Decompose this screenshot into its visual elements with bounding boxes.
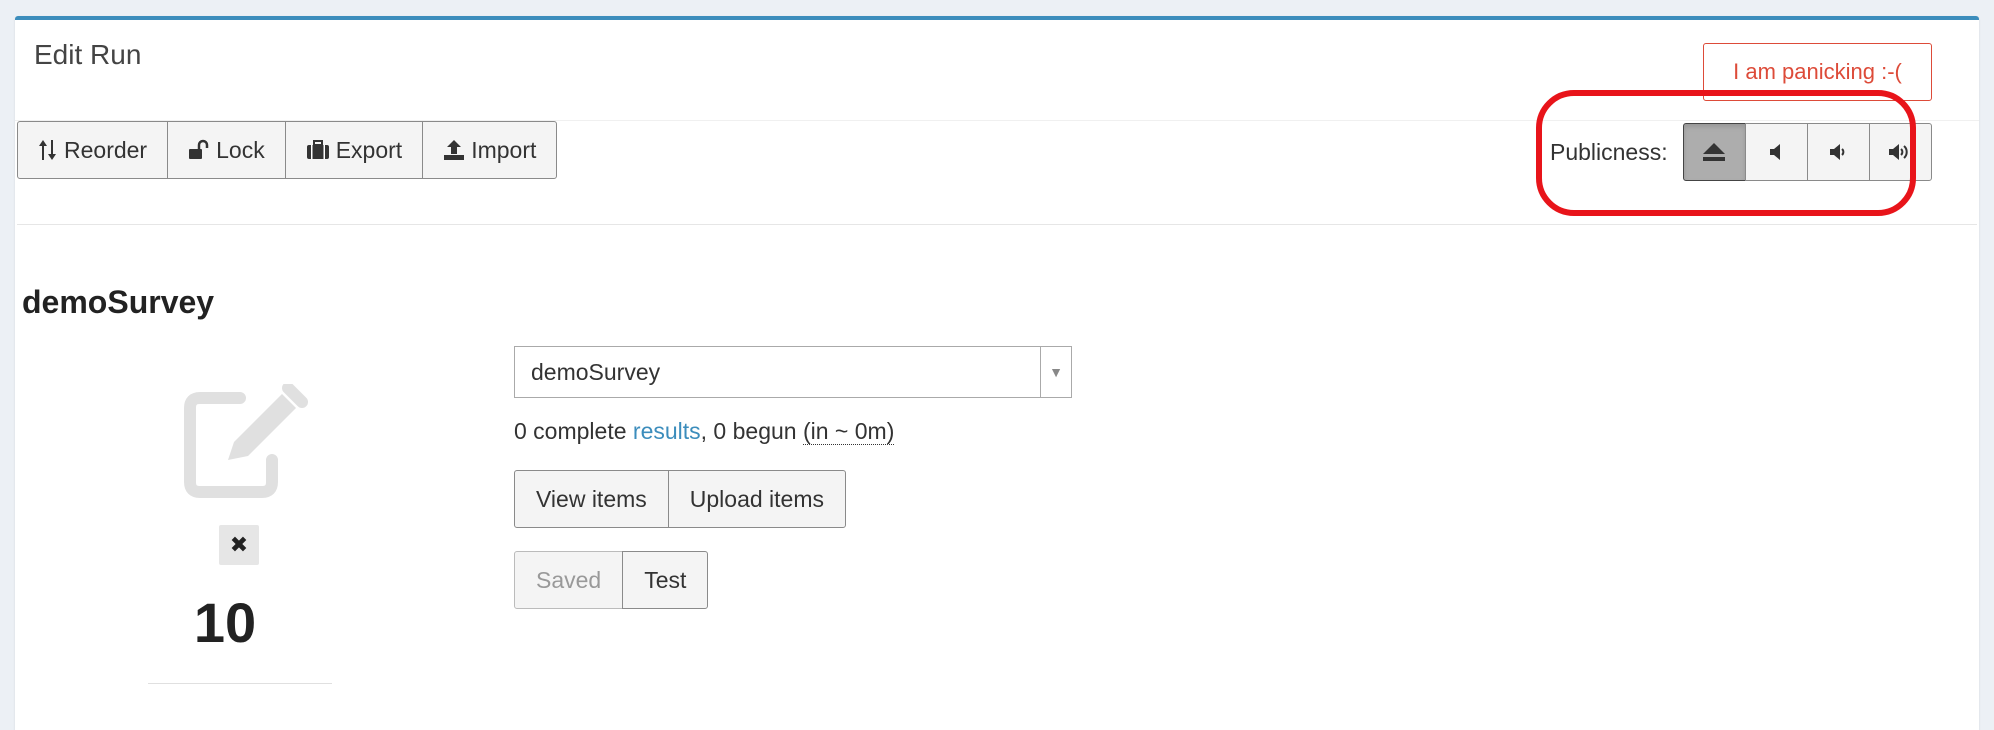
remove-survey-button[interactable]: ✖ [219, 525, 259, 565]
divider [17, 224, 1977, 225]
survey-select-value: demoSurvey [531, 358, 661, 385]
close-icon: ✖ [229, 532, 249, 557]
test-button[interactable]: Test [622, 551, 709, 609]
page-title: Edit Run [34, 39, 142, 70]
reorder-button[interactable]: Reorder [17, 121, 169, 179]
volume-down-icon [1830, 144, 1845, 160]
run-toolbar: Reorder Lock Export Import [17, 121, 558, 179]
survey-position-number[interactable]: 10 [0, 590, 450, 655]
publicness-public-button[interactable] [1868, 123, 1932, 181]
unlock-icon [189, 139, 209, 159]
view-items-button[interactable]: View items [514, 470, 669, 528]
import-label: Import [471, 136, 537, 163]
complete-count: 0 complete [514, 418, 627, 444]
lock-label: Lock [216, 136, 265, 163]
chevron-down-icon: ▼ [1040, 347, 1071, 397]
export-button[interactable]: Export [284, 121, 424, 179]
items-button-group: View items Upload items [514, 470, 847, 528]
begun-count: , 0 begun [700, 418, 797, 444]
export-label: Export [335, 136, 403, 163]
publicness-control: Publicness: [1550, 123, 1932, 181]
box-header: Edit Run I am panicking :-( [15, 20, 1979, 121]
publicness-private-button[interactable] [1682, 123, 1746, 181]
saved-button[interactable]: Saved [514, 551, 624, 609]
sort-icon [39, 140, 56, 160]
publicness-button-group [1682, 123, 1932, 181]
import-button[interactable]: Import [422, 121, 558, 179]
publicness-hidden-button[interactable] [1744, 123, 1808, 181]
survey-select[interactable]: demoSurvey ▼ [514, 346, 1072, 398]
publicness-link-only-button[interactable] [1806, 123, 1870, 181]
position-underline [148, 683, 332, 684]
volume-off-icon [1770, 144, 1781, 160]
time-estimate: (in ~ 0m) [802, 418, 895, 445]
survey-title: demoSurvey [22, 284, 215, 320]
reorder-label: Reorder [64, 136, 148, 163]
publicness-label: Publicness: [1550, 138, 1668, 165]
upload-icon [444, 140, 465, 160]
briefcase-icon [306, 140, 329, 159]
panic-button[interactable]: I am panicking :-( [1703, 43, 1932, 101]
survey-stats: 0 complete results, 0 begun (in ~ 0m) [514, 418, 895, 445]
results-link[interactable]: results [633, 418, 701, 444]
edit-icon [170, 382, 320, 519]
lock-button[interactable]: Lock [167, 121, 286, 179]
eject-icon [1703, 143, 1726, 161]
volume-up-icon [1889, 144, 1908, 160]
save-test-button-group: Saved Test [514, 551, 709, 609]
upload-items-button[interactable]: Upload items [667, 470, 847, 528]
